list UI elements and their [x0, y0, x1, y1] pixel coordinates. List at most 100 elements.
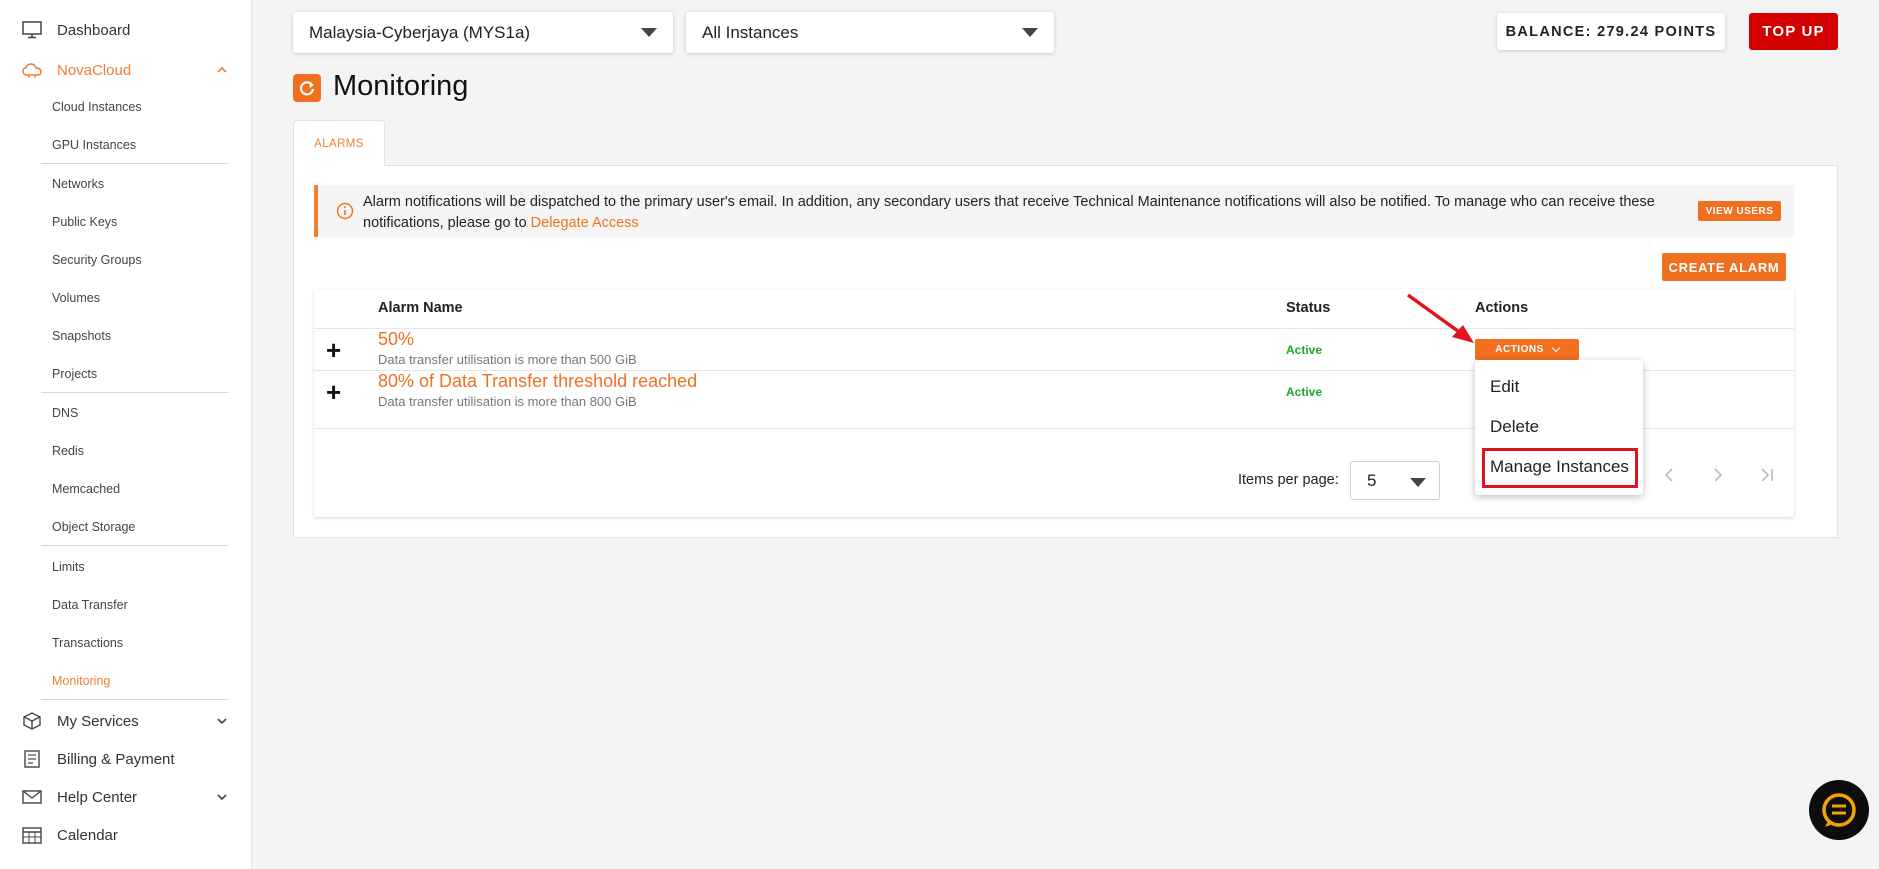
- sidebar-item-security-groups[interactable]: Security Groups: [41, 241, 228, 279]
- sidebar-item-label: Networks: [52, 177, 105, 191]
- sidebar-item-networks[interactable]: Networks: [41, 165, 228, 203]
- delegate-access-link[interactable]: Delegate Access: [531, 215, 639, 231]
- alarm-name-link[interactable]: 80% of Data Transfer threshold reached: [378, 371, 697, 392]
- previous-page-button[interactable]: [1662, 466, 1676, 489]
- last-page-icon: [1761, 468, 1773, 482]
- sidebar-item-label: Security Groups: [52, 253, 142, 267]
- sidebar-item-dns[interactable]: DNS: [41, 394, 228, 432]
- expand-row-button[interactable]: +: [326, 379, 341, 405]
- sidebar-item-memcached[interactable]: Memcached: [41, 470, 228, 508]
- sidebar-item-label: GPU Instances: [52, 137, 137, 152]
- alarm-description: Data transfer utilisation is more than 5…: [378, 352, 637, 367]
- cloud-icon: [22, 63, 42, 78]
- chat-icon: [1822, 793, 1856, 827]
- tab-alarms[interactable]: ALARMS: [293, 120, 385, 166]
- region-select[interactable]: Malaysia-Cyberjaya (MYS1a): [293, 12, 673, 53]
- chat-button[interactable]: [1809, 780, 1869, 840]
- calendar-icon: [22, 827, 42, 844]
- sidebar-item-label: Limits: [52, 560, 85, 574]
- nav-billing-label: Billing & Payment: [57, 750, 175, 768]
- nav-billing[interactable]: Billing & Payment: [0, 744, 252, 774]
- box-icon: [23, 712, 41, 730]
- nav-my-services[interactable]: My Services: [0, 706, 252, 736]
- sidebar-item-label: Transactions: [52, 636, 124, 650]
- alarm-name-link[interactable]: 50%: [378, 329, 414, 350]
- chevron-down-icon: [1551, 343, 1560, 352]
- sidebar-item-gpu-instances[interactable]: GPU Instances: [41, 126, 228, 164]
- caret-down-icon: [1410, 478, 1426, 487]
- chevron-down-icon: [217, 794, 227, 801]
- caret-down-icon: [1022, 28, 1038, 37]
- next-page-button[interactable]: [1711, 466, 1725, 489]
- column-header-status: Status: [1286, 300, 1331, 316]
- sidebar-item-label: Public Keys: [52, 215, 118, 229]
- notice-text: Alarm notifications will be dispatched t…: [363, 192, 1693, 234]
- actions-label: ACTIONS: [1495, 344, 1544, 355]
- refresh-icon[interactable]: [293, 74, 321, 102]
- chevron-down-icon: [217, 718, 227, 725]
- sidebar-item-data-transfer[interactable]: Data Transfer: [41, 586, 228, 624]
- sidebar-item-label: Object Storage: [52, 519, 136, 534]
- invoice-icon: [24, 750, 40, 768]
- sidebar-item-limits[interactable]: Limits: [41, 548, 228, 586]
- actions-dropdown-button[interactable]: ACTIONS: [1475, 339, 1579, 360]
- sidebar-item-volumes[interactable]: Volumes: [41, 279, 228, 317]
- nav-novacloud-label: NovaCloud: [57, 61, 132, 79]
- nav-dashboard-label: Dashboard: [57, 21, 131, 39]
- menu-item-edit[interactable]: Edit: [1490, 377, 1519, 397]
- nav-my-services-label: My Services: [57, 712, 139, 730]
- info-icon: [336, 202, 354, 220]
- sidebar-item-label: Redis: [52, 444, 84, 458]
- region-select-value: Malaysia-Cyberjaya (MYS1a): [309, 23, 531, 42]
- page-title: Monitoring: [333, 70, 469, 102]
- nav-help-center[interactable]: Help Center: [0, 782, 252, 812]
- sidebar-item-snapshots[interactable]: Snapshots: [41, 317, 228, 355]
- nav-calendar[interactable]: Calendar: [0, 820, 252, 850]
- sidebar-item-cloud-instances[interactable]: Cloud Instances: [41, 88, 228, 126]
- sidebar-item-label: Projects: [52, 366, 98, 381]
- sidebar-item-label: Volumes: [52, 291, 100, 305]
- sidebar-item-label: Memcached: [52, 482, 121, 496]
- expand-row-button[interactable]: +: [326, 337, 341, 363]
- items-per-page-select[interactable]: 5: [1350, 461, 1440, 500]
- monitor-icon: [22, 21, 42, 39]
- items-per-page-value: 5: [1367, 471, 1377, 490]
- nav-calendar-label: Calendar: [57, 826, 118, 844]
- sidebar: Dashboard NovaCloud Cloud Instances GPU …: [0, 0, 252, 869]
- status-badge: Active: [1286, 343, 1323, 357]
- sidebar-item-object-storage[interactable]: Object Storage: [41, 508, 228, 546]
- pointer-arrow: [1406, 293, 1474, 343]
- sidebar-item-label: Cloud Instances: [52, 100, 142, 114]
- sidebar-item-transactions[interactable]: Transactions: [41, 624, 228, 662]
- mail-icon: [22, 790, 42, 804]
- column-header-alarm-name: Alarm Name: [378, 300, 463, 316]
- items-per-page-label: Items per page:: [1238, 472, 1339, 488]
- alarm-notice: Alarm notifications will be dispatched t…: [314, 185, 1794, 237]
- balance-display: BALANCE: 279.24 POINTS: [1497, 13, 1725, 50]
- nav-dashboard[interactable]: Dashboard: [0, 15, 252, 45]
- instances-select[interactable]: All Instances: [686, 12, 1054, 53]
- chevron-left-icon: [1664, 468, 1673, 482]
- sidebar-item-label: Snapshots: [52, 329, 112, 343]
- instances-select-value: All Instances: [702, 23, 799, 42]
- view-users-button[interactable]: VIEW USERS: [1698, 201, 1781, 221]
- alarm-description: Data transfer utilisation is more than 8…: [378, 394, 637, 409]
- chevron-right-icon: [1714, 468, 1723, 482]
- sidebar-item-label: Monitoring: [52, 673, 111, 688]
- top-up-button[interactable]: TOP UP: [1749, 13, 1838, 50]
- nav-help-center-label: Help Center: [57, 788, 138, 806]
- sidebar-item-monitoring[interactable]: Monitoring: [41, 662, 228, 700]
- chevron-up-icon: [217, 66, 227, 73]
- highlight-box: [1482, 448, 1638, 488]
- sidebar-item-label: Data Transfer: [52, 598, 128, 612]
- sidebar-item-label: DNS: [52, 406, 79, 420]
- create-alarm-button[interactable]: CREATE ALARM: [1662, 253, 1786, 281]
- sidebar-item-public-keys[interactable]: Public Keys: [41, 203, 228, 241]
- column-header-actions: Actions: [1475, 300, 1529, 316]
- last-page-button[interactable]: [1758, 466, 1776, 489]
- sidebar-item-redis[interactable]: Redis: [41, 432, 228, 470]
- menu-item-delete[interactable]: Delete: [1490, 417, 1539, 437]
- caret-down-icon: [641, 28, 657, 37]
- sidebar-item-projects[interactable]: Projects: [41, 355, 228, 393]
- nav-novacloud[interactable]: NovaCloud: [0, 55, 252, 85]
